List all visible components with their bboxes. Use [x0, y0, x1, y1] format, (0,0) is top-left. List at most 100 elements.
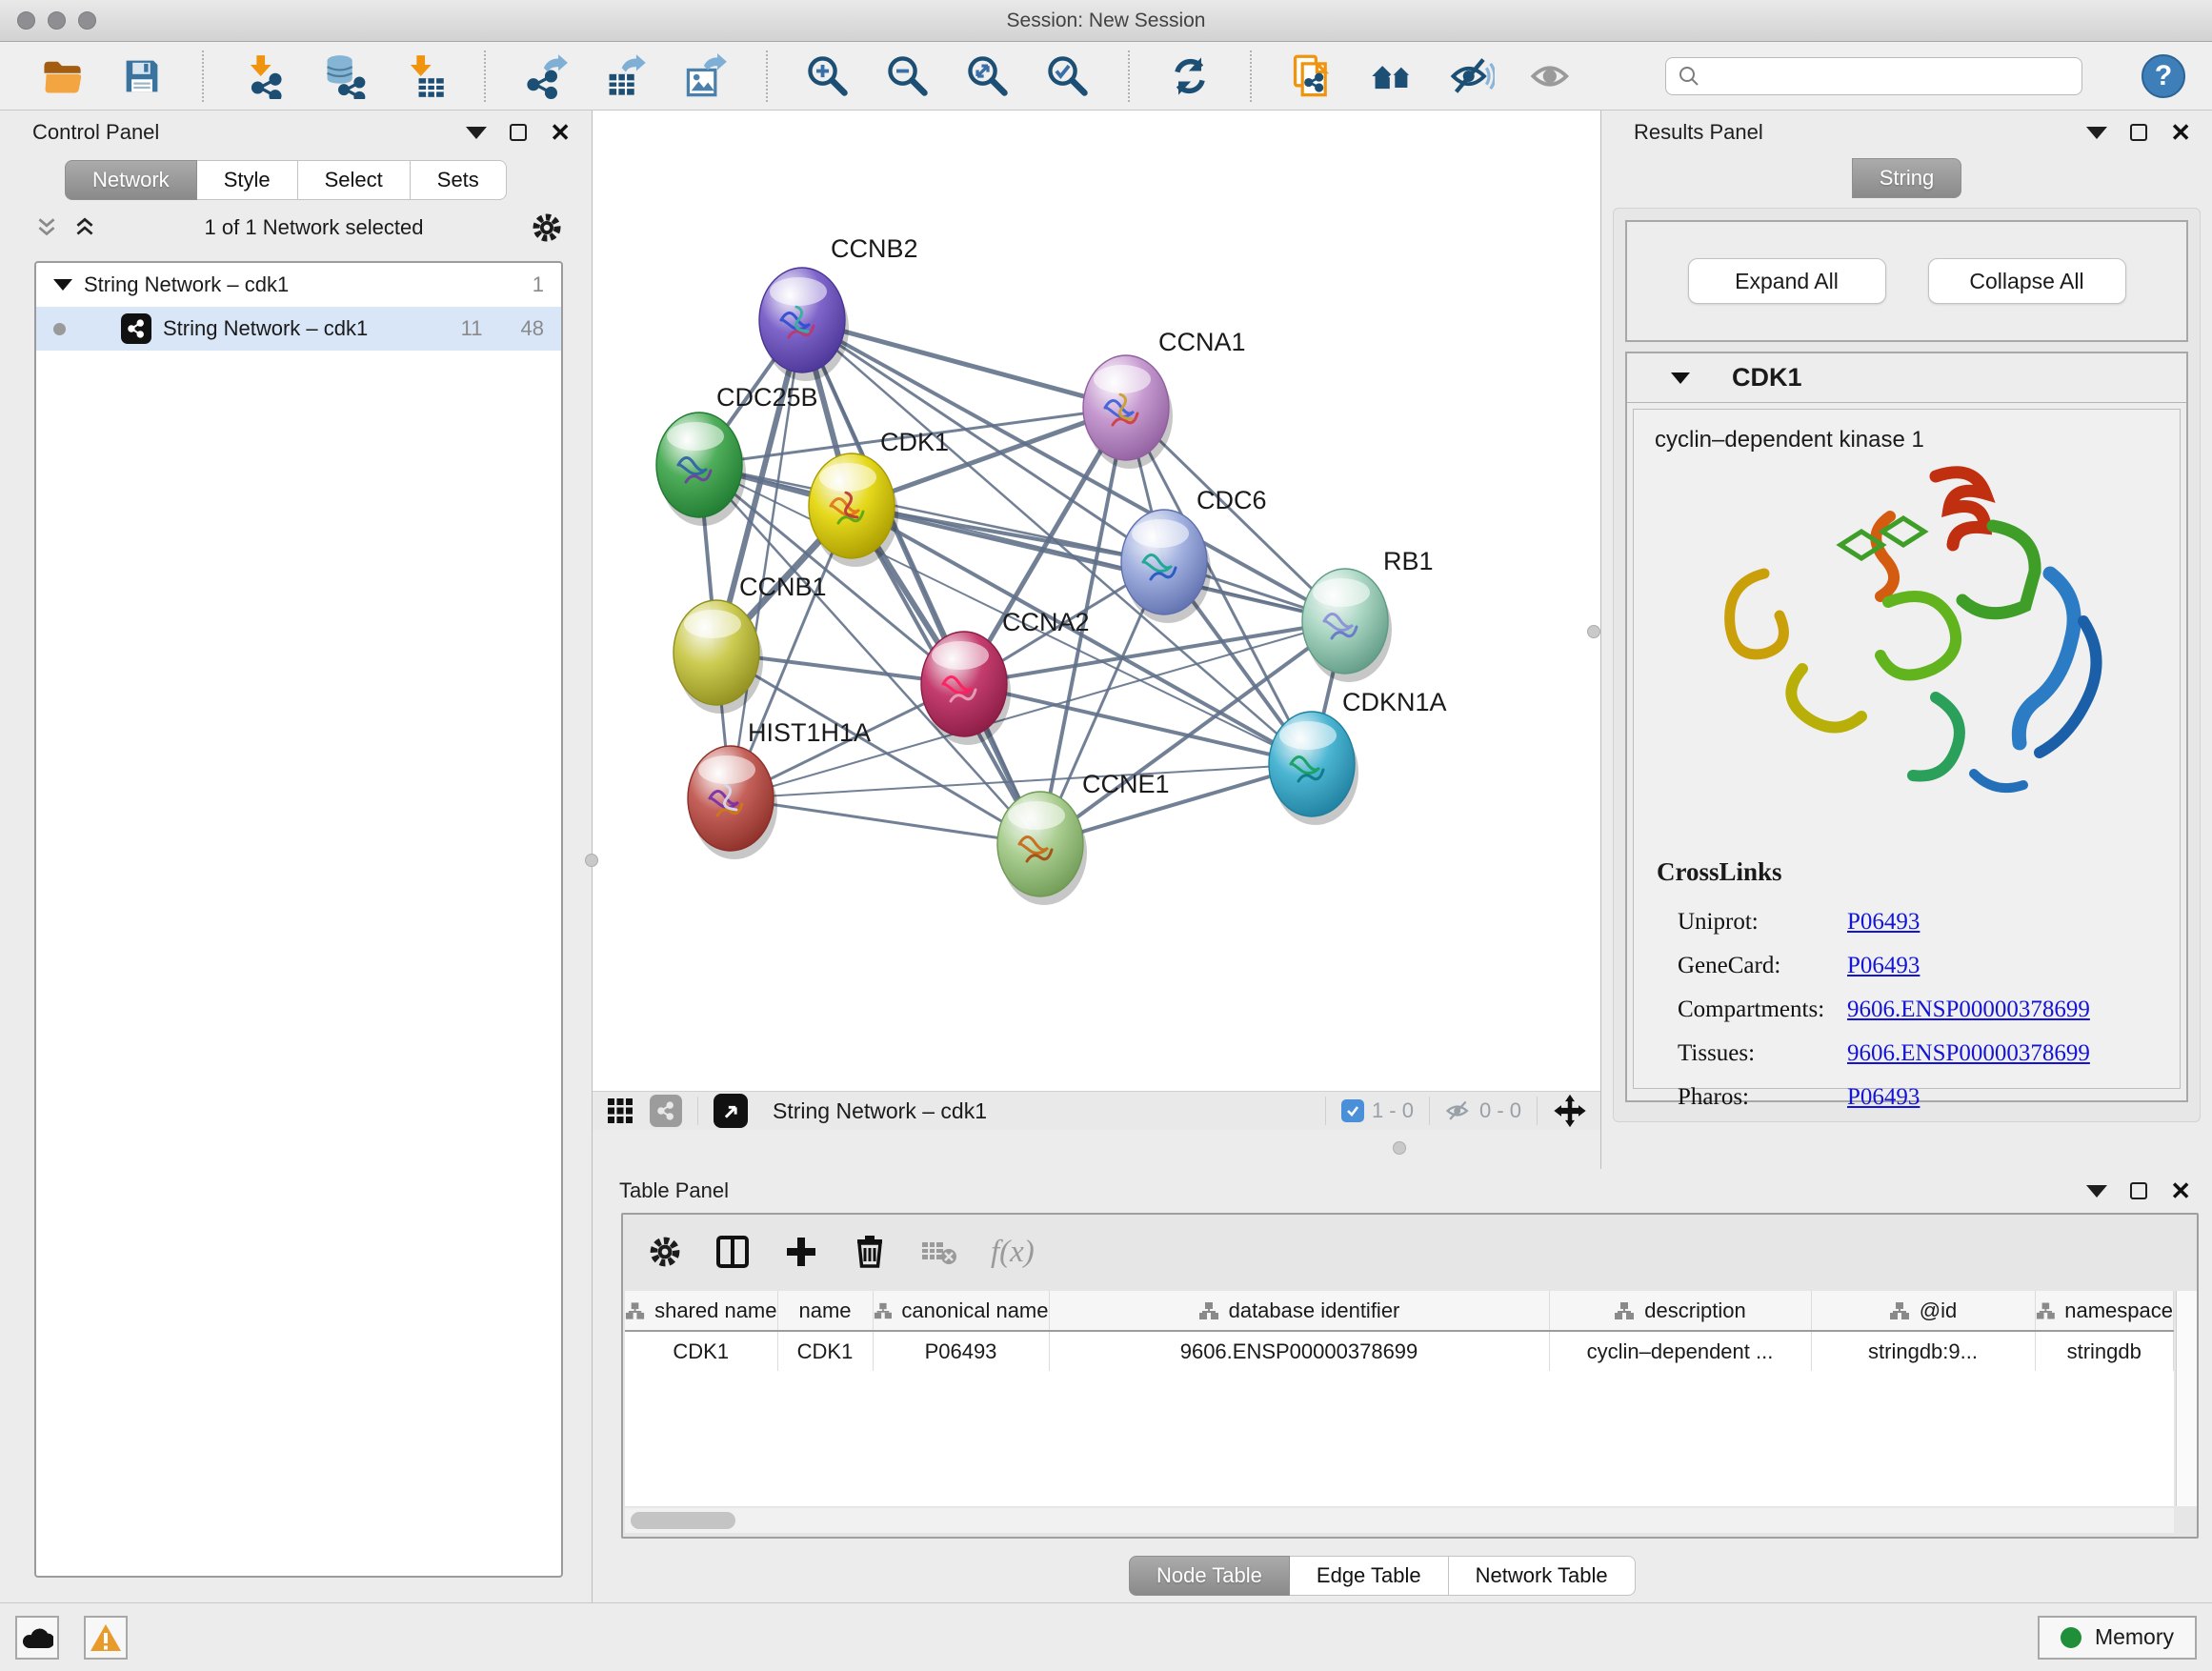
first-neighbors-icon[interactable]: [1368, 52, 1416, 100]
clone-network-icon[interactable]: [1288, 52, 1336, 100]
table-horizontal-scrollbar[interactable]: [625, 1508, 2174, 1533]
close-panel-icon[interactable]: ✕: [2170, 1178, 2191, 1203]
close-window-icon[interactable]: [17, 11, 35, 30]
expand-all-button[interactable]: Expand All: [1688, 258, 1886, 304]
tissues-link[interactable]: 9606.ENSP00000378699: [1847, 1040, 2090, 1067]
right-splitter-handle[interactable]: [1587, 625, 1600, 638]
column-header[interactable]: namespace: [2035, 1291, 2174, 1331]
toolbar-search: [1665, 57, 2082, 95]
network-node-rb1[interactable]: RB1: [1302, 547, 1434, 682]
table-settings-gear-icon[interactable]: [648, 1235, 682, 1269]
select-columns-icon[interactable]: [714, 1234, 751, 1270]
search-input[interactable]: [1708, 65, 2070, 88]
toolbar-separator: [1325, 1097, 1326, 1125]
column-tree-icon: [2036, 1301, 2056, 1320]
node-details-header[interactable]: CDK1: [1627, 353, 2186, 403]
collapse-all-button[interactable]: Collapse All: [1928, 258, 2126, 304]
network-node-cdc25b[interactable]: CDC25B: [656, 383, 818, 526]
network-canvas[interactable]: CCNB2CCNA1CDC25BCDK1CDC6RB1CCNB1CCNA2CDK…: [593, 111, 1600, 1091]
network-node-ccna1[interactable]: CCNA1: [1083, 328, 1246, 469]
network-options-gear-icon[interactable]: [531, 211, 563, 244]
zoom-selected-icon[interactable]: [1044, 52, 1092, 100]
float-panel-icon[interactable]: [2130, 1182, 2147, 1199]
window-title: Session: New Session: [1007, 10, 1206, 32]
uniprot-link[interactable]: P06493: [1847, 909, 1920, 936]
column-header[interactable]: name: [777, 1291, 873, 1331]
column-tree-icon: [1889, 1301, 1910, 1320]
network-node-ccnb2[interactable]: CCNB2: [759, 234, 918, 381]
detach-view-icon[interactable]: [714, 1094, 748, 1128]
tab-style[interactable]: Style: [197, 160, 298, 200]
network-node-ccnb1[interactable]: CCNB1: [674, 573, 827, 714]
expand-all-icon[interactable]: [72, 215, 97, 240]
warnings-button[interactable]: [84, 1616, 128, 1660]
network-node-cdc6[interactable]: CDC6: [1121, 486, 1267, 623]
tab-select[interactable]: Select: [298, 160, 411, 200]
left-splitter-handle[interactable]: [585, 854, 598, 867]
tab-edge-table[interactable]: Edge Table: [1290, 1556, 1449, 1596]
zoom-out-icon[interactable]: [884, 52, 932, 100]
memory-button[interactable]: Memory: [2038, 1616, 2197, 1660]
import-network-database-icon[interactable]: [320, 52, 368, 100]
genecard-link[interactable]: P06493: [1847, 953, 1920, 979]
export-network-icon[interactable]: [522, 52, 570, 100]
create-column-icon[interactable]: [783, 1234, 819, 1270]
close-panel-icon[interactable]: ✕: [550, 120, 571, 145]
network-row-selected[interactable]: String Network – cdk1 11 48: [36, 307, 561, 351]
zoom-fit-icon[interactable]: [964, 52, 1012, 100]
collapse-all-icon[interactable]: [34, 215, 59, 240]
close-panel-icon[interactable]: ✕: [2170, 120, 2191, 145]
network-edge: [731, 621, 1345, 798]
tree-expand-icon[interactable]: [53, 279, 72, 291]
float-panel-icon[interactable]: [510, 124, 527, 141]
section-expand-icon[interactable]: [1671, 372, 1690, 384]
network-share-view-icon[interactable]: [650, 1095, 682, 1127]
column-header[interactable]: database identifier: [1049, 1291, 1549, 1331]
results-panel-header: Results Panel ✕: [1601, 111, 2212, 154]
show-all-icon[interactable]: [1528, 52, 1576, 100]
column-header[interactable]: canonical name: [873, 1291, 1049, 1331]
tab-network-table[interactable]: Network Table: [1449, 1556, 1636, 1596]
collapse-panel-icon[interactable]: [466, 127, 487, 139]
function-builder-icon[interactable]: f(x): [991, 1235, 1035, 1270]
cloud-button[interactable]: [15, 1616, 59, 1660]
grid-view-icon[interactable]: [606, 1097, 634, 1125]
delete-column-icon[interactable]: [852, 1234, 888, 1270]
save-session-icon[interactable]: [118, 52, 166, 100]
tab-node-table[interactable]: Node Table: [1129, 1556, 1290, 1596]
network-collection-row[interactable]: String Network – cdk1 1: [36, 263, 561, 307]
zoom-in-icon[interactable]: [804, 52, 852, 100]
float-panel-icon[interactable]: [2130, 124, 2147, 141]
tab-network[interactable]: Network: [65, 160, 197, 200]
horizontal-splitter-handle[interactable]: [1393, 1141, 1406, 1155]
scrollbar-thumb[interactable]: [631, 1512, 735, 1529]
import-network-file-icon[interactable]: [240, 52, 288, 100]
status-bar: Memory: [0, 1602, 2212, 1671]
table-vertical-scrollbar[interactable]: [2176, 1291, 2197, 1506]
minimize-window-icon[interactable]: [48, 11, 66, 30]
column-header[interactable]: description: [1549, 1291, 1811, 1331]
pharos-link[interactable]: P06493: [1847, 1084, 1920, 1111]
network-node-ccne1[interactable]: CCNE1: [997, 770, 1170, 905]
tab-string[interactable]: String: [1852, 158, 1961, 198]
tab-sets[interactable]: Sets: [411, 160, 507, 200]
hide-selected-icon[interactable]: [1448, 52, 1496, 100]
collapse-panel-icon[interactable]: [2086, 127, 2107, 139]
help-button[interactable]: ?: [2142, 54, 2185, 98]
export-table-icon[interactable]: [602, 52, 650, 100]
zoom-window-icon[interactable]: [78, 11, 96, 30]
network-node-hist1h1a[interactable]: HIST1H1A: [688, 718, 871, 859]
network-status-dot: [53, 323, 66, 335]
column-header[interactable]: @id: [1811, 1291, 2035, 1331]
import-table-icon[interactable]: [400, 52, 448, 100]
column-header[interactable]: shared name: [625, 1291, 777, 1331]
export-image-icon[interactable]: [682, 52, 730, 100]
delete-table-icon[interactable]: [920, 1236, 958, 1268]
network-node-cdkn1a[interactable]: CDKN1A: [1269, 688, 1447, 825]
open-session-icon[interactable]: [38, 52, 86, 100]
table-row[interactable]: CDK1 CDK1 P06493 9606.ENSP00000378699 cy…: [625, 1331, 2174, 1371]
pan-crosshair-icon[interactable]: [1553, 1094, 1587, 1128]
refresh-layout-icon[interactable]: [1166, 52, 1214, 100]
collapse-panel-icon[interactable]: [2086, 1185, 2107, 1198]
compartments-link[interactable]: 9606.ENSP00000378699: [1847, 997, 2090, 1023]
